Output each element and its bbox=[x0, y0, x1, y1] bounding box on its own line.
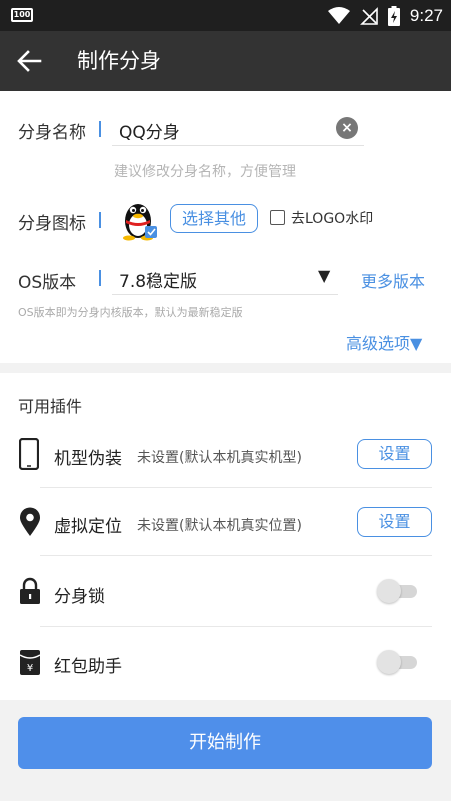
plugins-title: 可用插件 bbox=[18, 397, 83, 416]
battery-charging-icon bbox=[387, 5, 400, 26]
icon-separator bbox=[99, 212, 101, 228]
more-versions-link[interactable]: 更多版本 bbox=[361, 268, 425, 292]
name-input[interactable]: QQ分身 bbox=[119, 118, 180, 143]
toggle-thumb bbox=[377, 579, 401, 603]
location-pin-icon bbox=[20, 507, 40, 536]
battery-indicator: 100 bbox=[11, 8, 33, 22]
row-divider bbox=[40, 555, 432, 556]
clear-icon[interactable]: × bbox=[336, 117, 358, 139]
remove-logo-checkbox[interactable] bbox=[270, 210, 285, 225]
choose-other-button[interactable]: 选择其他 bbox=[170, 204, 258, 233]
status-icons: 9:27 bbox=[327, 0, 443, 31]
red-envelope-toggle[interactable] bbox=[377, 650, 417, 674]
plugin-name-lock: 分身锁 bbox=[54, 587, 105, 607]
red-envelope-icon: ¥ bbox=[19, 650, 41, 675]
lock-icon bbox=[20, 577, 40, 604]
row-divider bbox=[40, 487, 432, 488]
location-settings-button[interactable]: 设置 bbox=[357, 507, 432, 537]
row-divider bbox=[40, 626, 432, 627]
advanced-options-link[interactable]: 高级选项▼ bbox=[346, 330, 422, 354]
os-separator bbox=[99, 270, 101, 286]
os-version-select[interactable]: 7.8稳定版 bbox=[119, 267, 197, 292]
lock-toggle[interactable] bbox=[377, 579, 417, 603]
plugin-desc-location: 未设置(默认本机真实位置) bbox=[137, 518, 302, 534]
no-signal-icon bbox=[359, 6, 378, 25]
app-bar: 制作分身 bbox=[0, 31, 451, 91]
os-label: OS版本 bbox=[18, 273, 77, 293]
device-settings-button[interactable]: 设置 bbox=[357, 439, 432, 469]
svg-text:¥: ¥ bbox=[27, 663, 33, 674]
name-hint: 建议修改分身名称，方便管理 bbox=[114, 164, 296, 180]
phone-icon bbox=[19, 438, 39, 470]
plugin-desc-device: 未设置(默认本机真实机型) bbox=[137, 450, 302, 466]
arrow-left-icon[interactable] bbox=[16, 49, 42, 73]
os-hint: OS版本即为分身内核版本，默认为最新稳定版 bbox=[18, 306, 243, 319]
os-select-underline bbox=[112, 294, 338, 295]
dropdown-arrow-icon[interactable]: ▼ bbox=[318, 266, 330, 285]
remove-logo-label[interactable]: 去LOGO水印 bbox=[291, 208, 373, 228]
plugin-name-red-envelope: 红包助手 bbox=[54, 657, 122, 677]
qq-penguin-icon bbox=[123, 204, 157, 241]
page-title: 制作分身 bbox=[77, 49, 161, 73]
name-label: 分身名称 bbox=[18, 123, 86, 143]
name-separator bbox=[99, 121, 101, 137]
icon-label: 分身图标 bbox=[18, 214, 86, 234]
toggle-thumb bbox=[377, 650, 401, 674]
plugin-name-location: 虚拟定位 bbox=[54, 517, 122, 537]
clock: 9:27 bbox=[409, 5, 443, 25]
start-button[interactable]: 开始制作 bbox=[18, 717, 432, 769]
plugin-name-device: 机型伪装 bbox=[54, 449, 122, 469]
name-input-underline bbox=[112, 145, 364, 146]
status-bar: 100 9:27 bbox=[0, 0, 451, 31]
wifi-icon bbox=[327, 6, 350, 24]
